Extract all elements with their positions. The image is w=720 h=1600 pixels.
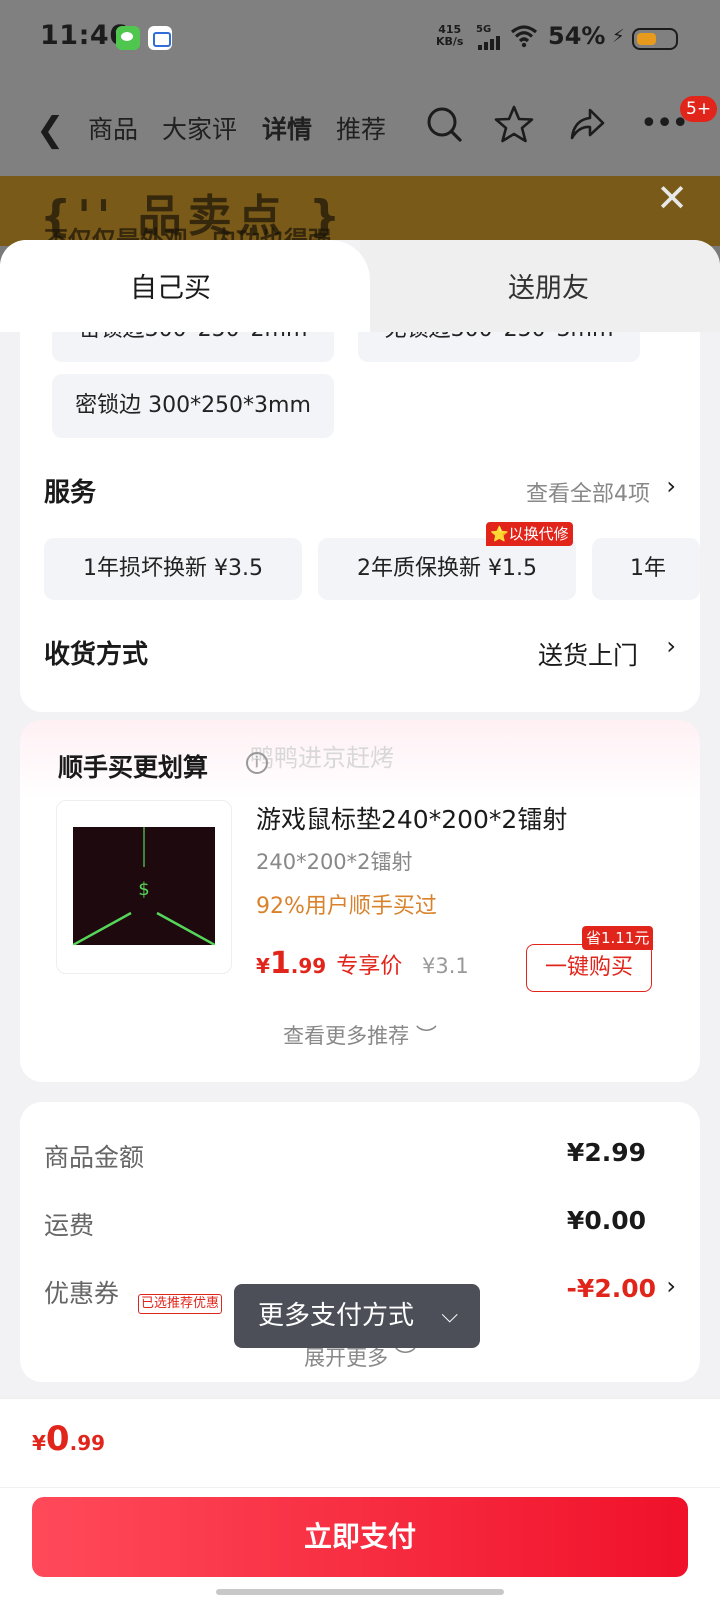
options-card: 密锁边300*250*2mm 无锁边300*250*3mm 密锁边 300*25… (20, 332, 700, 712)
coupon-value[interactable]: -¥2.00 (567, 1274, 656, 1303)
original-price: ¥3.1 (422, 954, 469, 978)
product-price: ¥1.99 专享价 (256, 946, 403, 981)
search-icon[interactable] (424, 104, 464, 144)
coupon-tag: 已选推荐优惠 (138, 1294, 223, 1314)
purchase-tabs: 送朋友 自己买 (0, 240, 720, 332)
battery-icon (632, 28, 678, 50)
share-icon[interactable] (566, 104, 606, 144)
chevron-right-icon[interactable]: › (666, 632, 676, 660)
goods-amount-value: ¥2.99 (566, 1138, 646, 1167)
message-app-icon (148, 26, 172, 50)
total-price: ¥0.99 (32, 1419, 106, 1459)
goods-amount-label: 商品金额 (44, 1143, 145, 1172)
tab-recommend[interactable]: 推荐 (336, 110, 386, 146)
product-image[interactable]: $ (56, 800, 232, 974)
service-title: 服务 (44, 478, 97, 508)
tab-gift[interactable]: 送朋友 (360, 240, 720, 332)
favorite-star-icon[interactable] (494, 104, 534, 144)
product-name[interactable]: 游戏鼠标垫240*200*2镭射 (256, 800, 567, 836)
save-tag: 省1.11元 (582, 926, 654, 950)
service-option[interactable]: 2年质保换新 ¥1.5 (318, 538, 576, 600)
more-recommendations[interactable]: 查看更多推荐 ︶ (20, 1020, 700, 1050)
service-option[interactable]: 1年 (592, 538, 700, 600)
tab-details[interactable]: 详情 (262, 110, 312, 146)
net-speed-unit: KB/s (436, 35, 464, 48)
shipping-label: 运费 (44, 1211, 95, 1240)
close-icon[interactable]: ✕ (652, 178, 692, 218)
wifi-icon (510, 25, 538, 48)
charging-icon: ⚡ (612, 26, 625, 47)
mousepad-image: $ (73, 827, 215, 945)
more-payment-methods[interactable]: 更多支付方式 ⌵ (234, 1284, 480, 1348)
battery-percent: 54% (548, 22, 606, 50)
double-chevron-down-icon: ⌵ (441, 1303, 458, 1328)
product-top-nav: ❮ 商品 大家评 详情 推荐 ••• 5+ (0, 80, 720, 176)
status-bar: 11:46 415 KB/s 5G 54% ⚡ (0, 0, 720, 80)
one-click-buy-button[interactable]: 一键购买 (526, 944, 652, 992)
svg-text:$: $ (138, 879, 149, 900)
info-icon[interactable]: i (246, 752, 268, 774)
tab-goods[interactable]: 商品 (88, 110, 138, 146)
delivery-value[interactable]: 送货上门 (538, 636, 638, 672)
tab-self-label: 自己买 (130, 273, 211, 304)
chevron-right-icon[interactable]: › (666, 472, 676, 500)
detail-banner: {'' 品卖点 } 不仅仅是外观，内功也得强 (0, 176, 720, 246)
coupon-label: 优惠券 (44, 1279, 120, 1308)
combo-card: 鸭鸭进京赶烤 顺手买更划算 i $ 游戏鼠标垫240*200*2镭射 240*2… (20, 720, 700, 1082)
spec-option-selected[interactable]: 密锁边 300*250*3mm (52, 374, 334, 438)
signal-type: 5G (476, 24, 492, 35)
net-speed: 415 KB/s (436, 24, 463, 48)
notification-badge: 5+ (680, 96, 718, 122)
bottom-bar: ¥0.99 立即支付 (0, 1398, 720, 1600)
delivery-title: 收货方式 (44, 640, 149, 670)
service-option[interactable]: 1年损坏换新 ¥3.5 (44, 538, 302, 600)
product-spec: 240*200*2镭射 (256, 850, 413, 874)
pay-now-button[interactable]: 立即支付 (32, 1497, 688, 1577)
wechat-icon (116, 26, 140, 50)
tab-self[interactable]: 自己买 (0, 240, 370, 332)
home-indicator[interactable] (216, 1589, 504, 1595)
more-icon[interactable]: ••• (640, 104, 689, 144)
chevron-right-icon[interactable]: › (666, 1272, 676, 1300)
spec-option[interactable]: 无锁边300*250*3mm (358, 332, 640, 362)
divider (0, 1487, 720, 1488)
more-payment-label: 更多支付方式 (258, 1301, 415, 1331)
service-tag: ⭐以换代修 (486, 522, 573, 546)
watermark: 鸭鸭进京赶烤 (250, 744, 394, 772)
cell-signal-icon (478, 36, 506, 50)
tab-reviews[interactable]: 大家评 (162, 110, 237, 146)
shipping-value: ¥0.00 (566, 1206, 646, 1235)
purchase-sheet: 送朋友 自己买 密锁边300*250*2mm 无锁边300*250*3mm 密锁… (0, 240, 720, 1600)
back-icon[interactable]: ❮ (36, 110, 65, 150)
tab-gift-label: 送朋友 (508, 273, 589, 304)
spec-option[interactable]: 密锁边300*250*2mm (52, 332, 334, 362)
combo-title: 顺手买更划算 (58, 753, 209, 782)
service-view-all[interactable]: 查看全部4项 (526, 476, 650, 508)
social-proof: 92%用户顺手买过 (256, 894, 437, 919)
